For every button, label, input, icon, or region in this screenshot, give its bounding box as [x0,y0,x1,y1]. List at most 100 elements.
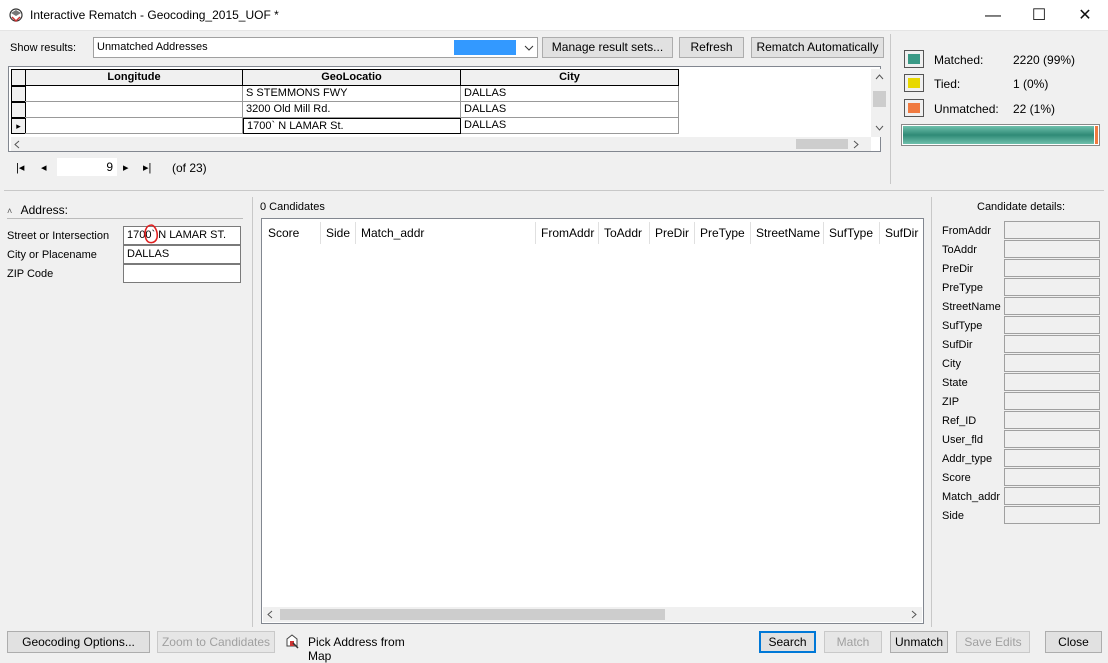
horizontal-scrollbar[interactable] [11,137,871,151]
tied-value: 1 (0%) [1013,77,1049,91]
previous-record-icon[interactable]: ◂ [41,161,47,174]
vertical-scrollbar[interactable] [871,69,888,137]
match-button[interactable]: Match [824,631,882,653]
refresh-button[interactable]: Refresh [679,37,744,58]
column-header-suftype[interactable]: SufType [829,226,873,240]
cell-longitude[interactable] [25,118,243,134]
maximize-button[interactable]: ☐ [1016,0,1062,31]
detail-value-box[interactable] [1004,411,1100,429]
cell-city[interactable]: DALLAS [461,102,679,118]
column-header-fromaddr[interactable]: FromAddr [541,226,594,240]
record-count-label: (of 23) [172,161,207,175]
detail-value-box[interactable] [1004,297,1100,315]
row-selector[interactable] [11,86,26,102]
detail-label: SufType [942,320,983,332]
cell-geolocatio[interactable]: S STEMMONS FWY [243,86,461,102]
scroll-thumb[interactable] [280,609,665,620]
detail-value-box[interactable] [1004,392,1100,410]
scroll-thumb[interactable] [873,91,886,107]
rematch-automatically-button[interactable]: Rematch Automatically [751,37,884,58]
detail-value-box[interactable] [1004,221,1100,239]
detail-value-box[interactable] [1004,278,1100,296]
search-button[interactable]: Search [759,631,816,653]
detail-value-box[interactable] [1004,506,1100,524]
column-header-side[interactable]: Side [326,226,350,240]
street-input[interactable]: 1700` N LAMAR ST. [123,226,241,245]
cell-longitude[interactable] [25,86,243,102]
detail-label: Ref_ID [942,415,977,427]
detail-label: PreType [942,282,983,294]
column-header-predir[interactable]: PreDir [655,226,689,240]
detail-label: User_fld [942,434,983,446]
column-header-longitude[interactable]: Longitude [25,69,243,86]
zoom-to-candidates-button[interactable]: Zoom to Candidates [157,631,275,653]
detail-value-box[interactable] [1004,335,1100,353]
current-row-marker[interactable]: ▸ [11,118,26,134]
detail-value-box[interactable] [1004,240,1100,258]
results-grid[interactable]: Longitude GeoLocatio City S STEMMONS FWY… [8,66,888,152]
detail-value-box[interactable] [1004,468,1100,486]
show-results-dropdown[interactable]: Unmatched Addresses [93,37,538,58]
scroll-left-icon[interactable] [267,610,273,619]
city-input[interactable]: DALLAS [123,245,241,264]
candidates-list[interactable] [261,218,924,624]
zip-input[interactable] [123,264,241,283]
close-button[interactable]: Close [1045,631,1102,653]
geocoding-options-button[interactable]: Geocoding Options... [7,631,150,653]
scroll-up-icon[interactable] [875,74,884,80]
title-bar: Interactive Rematch - Geocoding_2015_UOF… [0,0,1108,31]
detail-value-box[interactable] [1004,430,1100,448]
pick-address-from-map-button[interactable]: Pick Address from Map [281,631,426,663]
detail-value-box[interactable] [1004,373,1100,391]
scroll-down-icon[interactable] [875,125,884,131]
column-header-match-addr[interactable]: Match_addr [361,226,424,240]
cell-geolocatio[interactable]: 1700` N LAMAR St. [243,118,461,134]
matched-swatch [904,50,924,68]
close-window-button[interactable]: ✕ [1062,0,1108,31]
detail-label: SufDir [942,339,973,351]
candidates-horizontal-scrollbar[interactable] [263,607,922,622]
cell-city[interactable]: DALLAS [461,118,679,134]
scroll-thumb[interactable] [796,139,848,149]
save-edits-button[interactable]: Save Edits [956,631,1030,653]
detail-value-box[interactable] [1004,316,1100,334]
column-header-city[interactable]: City [460,69,679,86]
cell-geolocatio[interactable]: 3200 Old Mill Rd. [243,102,461,118]
column-header-streetname[interactable]: StreetName [756,226,820,240]
chevron-down-icon[interactable] [520,38,538,57]
candidate-details-header: Candidate details: [977,201,1066,213]
row-selector[interactable] [11,102,26,118]
column-header-geolocatio[interactable]: GeoLocatio [242,69,461,86]
detail-value-box[interactable] [1004,354,1100,372]
detail-value-box[interactable] [1004,259,1100,277]
zip-label: ZIP Code [7,268,54,280]
cell-city[interactable]: DALLAS [461,86,679,102]
first-record-icon[interactable]: |◂ [16,161,24,174]
manage-result-sets-button[interactable]: Manage result sets... [542,37,673,58]
column-header-toaddr[interactable]: ToAddr [604,226,642,240]
next-record-icon[interactable]: ▸ [123,161,129,174]
unmatch-button[interactable]: Unmatch [890,631,948,653]
column-header-sufdir[interactable]: SufDir [885,226,918,240]
tied-swatch [904,74,924,92]
scroll-right-icon[interactable] [911,610,917,619]
column-header-score[interactable]: Score [268,226,299,240]
detail-label: Match_addr [942,491,1001,503]
detail-label: Side [942,510,965,522]
column-header-pretype[interactable]: PreType [700,226,745,240]
detail-value-box[interactable] [1004,487,1100,505]
address-section-header[interactable]: ˄ Address: [7,203,68,217]
detail-label: StreetName [942,301,1001,313]
cell-longitude[interactable] [25,102,243,118]
scroll-right-icon[interactable] [853,140,859,149]
detail-value-box[interactable] [1004,449,1100,467]
collapse-arrow-icon[interactable]: ˄ [7,206,12,216]
last-record-icon[interactable]: ▸| [143,161,151,174]
column-divider [535,222,536,244]
record-number-input[interactable]: 9 [57,158,117,176]
unmatched-label: Unmatched: [934,102,999,116]
scroll-left-icon[interactable] [14,140,20,149]
match-progress-bar [901,124,1100,146]
minimize-button[interactable]: — [970,0,1016,31]
geocoding-app-icon [9,8,23,23]
